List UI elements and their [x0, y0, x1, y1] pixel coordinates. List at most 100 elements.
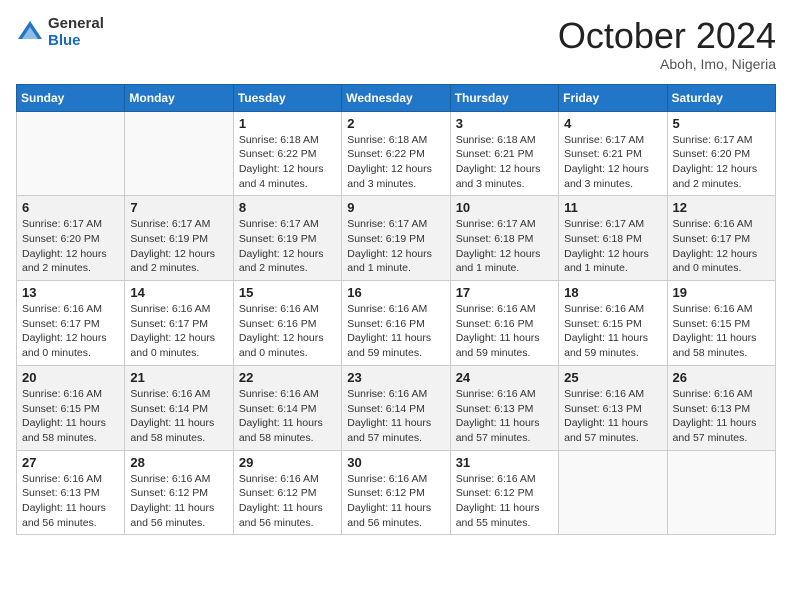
day-info: Sunrise: 6:16 AM Sunset: 6:16 PM Dayligh…	[239, 302, 336, 361]
day-number: 19	[673, 285, 770, 300]
day-info: Sunrise: 6:17 AM Sunset: 6:19 PM Dayligh…	[239, 217, 336, 276]
calendar-cell: 23Sunrise: 6:16 AM Sunset: 6:14 PM Dayli…	[342, 365, 450, 450]
calendar-cell: 6 Sunrise: 6:17 AM Sunset: 6:20 PM Daylig…	[17, 196, 125, 281]
day-number: 27	[22, 455, 119, 470]
calendar-cell: 9 Sunrise: 6:17 AM Sunset: 6:19 PM Daylig…	[342, 196, 450, 281]
day-number: 20	[22, 370, 119, 385]
header-tuesday: Tuesday	[233, 84, 341, 111]
calendar-cell: 24Sunrise: 6:16 AM Sunset: 6:13 PM Dayli…	[450, 365, 558, 450]
day-info: Sunrise: 6:18 AM Sunset: 6:21 PM Dayligh…	[456, 133, 553, 192]
calendar-cell: 10 Sunrise: 6:17 AM Sunset: 6:18 PM Dayli…	[450, 196, 558, 281]
day-number: 15	[239, 285, 336, 300]
calendar-cell: 29 Sunrise: 6:16 AM Sunset: 6:12 PM Dayli…	[233, 450, 341, 535]
calendar-cell: 3 Sunrise: 6:18 AM Sunset: 6:21 PM Daylig…	[450, 111, 558, 196]
day-number: 28	[130, 455, 227, 470]
day-number: 30	[347, 455, 444, 470]
day-number: 25	[564, 370, 661, 385]
logo: General Blue	[16, 16, 104, 49]
calendar-cell: 31 Sunrise: 6:16 AM Sunset: 6:12 PM Dayli…	[450, 450, 558, 535]
day-info: Sunrise: 6:16 AM Sunset: 6:15 PM Dayligh…	[564, 302, 661, 361]
day-info: Sunrise: 6:16 AM Sunset: 6:13 PM Dayligh…	[564, 387, 661, 446]
calendar-week-row: 6 Sunrise: 6:17 AM Sunset: 6:20 PM Daylig…	[17, 196, 776, 281]
day-number: 6	[22, 200, 119, 215]
day-number: 2	[347, 116, 444, 131]
day-number: 13	[22, 285, 119, 300]
header-sunday: Sunday	[17, 84, 125, 111]
calendar-cell: 7Sunrise: 6:17 AM Sunset: 6:19 PM Daylig…	[125, 196, 233, 281]
day-info: Sunrise: 6:16 AM Sunset: 6:17 PM Dayligh…	[22, 302, 119, 361]
day-info: Sunrise: 6:16 AM Sunset: 6:12 PM Dayligh…	[130, 472, 227, 531]
calendar-cell: 13 Sunrise: 6:16 AM Sunset: 6:17 PM Dayli…	[17, 281, 125, 366]
day-info: Sunrise: 6:16 AM Sunset: 6:15 PM Dayligh…	[673, 302, 770, 361]
day-number: 21	[130, 370, 227, 385]
day-number: 31	[456, 455, 553, 470]
header-saturday: Saturday	[667, 84, 775, 111]
calendar-cell: 30 Sunrise: 6:16 AM Sunset: 6:12 PM Dayli…	[342, 450, 450, 535]
day-info: Sunrise: 6:17 AM Sunset: 6:20 PM Dayligh…	[22, 217, 119, 276]
day-info: Sunrise: 6:17 AM Sunset: 6:19 PM Dayligh…	[347, 217, 444, 276]
calendar-cell: 4 Sunrise: 6:17 AM Sunset: 6:21 PM Daylig…	[559, 111, 667, 196]
day-number: 18	[564, 285, 661, 300]
calendar-week-row: 20 Sunrise: 6:16 AM Sunset: 6:15 PM Dayli…	[17, 365, 776, 450]
day-info: Sunrise: 6:16 AM Sunset: 6:12 PM Dayligh…	[239, 472, 336, 531]
calendar-cell: 2 Sunrise: 6:18 AM Sunset: 6:22 PM Daylig…	[342, 111, 450, 196]
day-info: Sunrise: 6:17 AM Sunset: 6:20 PM Dayligh…	[673, 133, 770, 192]
logo-blue-text: Blue	[48, 33, 104, 50]
page-header: General Blue October 2024 Aboh, Imo, Nig…	[16, 16, 776, 72]
day-number: 16	[347, 285, 444, 300]
calendar-week-row: 1 Sunrise: 6:18 AM Sunset: 6:22 PM Daylig…	[17, 111, 776, 196]
calendar-cell: 21 Sunrise: 6:16 AM Sunset: 6:14 PM Dayli…	[125, 365, 233, 450]
day-number: 5	[673, 116, 770, 131]
calendar-cell: 8 Sunrise: 6:17 AM Sunset: 6:19 PM Daylig…	[233, 196, 341, 281]
calendar-cell	[17, 111, 125, 196]
calendar-cell: 15 Sunrise: 6:16 AM Sunset: 6:16 PM Dayli…	[233, 281, 341, 366]
calendar-cell: 14 Sunrise: 6:16 AM Sunset: 6:17 PM Dayli…	[125, 281, 233, 366]
day-info: Sunrise: 6:16 AM Sunset: 6:15 PM Dayligh…	[22, 387, 119, 446]
month-title: October 2024	[558, 16, 776, 56]
title-block: October 2024 Aboh, Imo, Nigeria	[558, 16, 776, 72]
day-info: Sunrise: 6:16 AM Sunset: 6:13 PM Dayligh…	[22, 472, 119, 531]
day-number: 26	[673, 370, 770, 385]
calendar-cell: 26 Sunrise: 6:16 AM Sunset: 6:13 PM Dayli…	[667, 365, 775, 450]
day-number: 9	[347, 200, 444, 215]
calendar-cell: 1 Sunrise: 6:18 AM Sunset: 6:22 PM Daylig…	[233, 111, 341, 196]
day-number: 11	[564, 200, 661, 215]
day-info: Sunrise: 6:16 AM Sunset: 6:17 PM Dayligh…	[673, 217, 770, 276]
day-info: Sunrise: 6:18 AM Sunset: 6:22 PM Dayligh…	[347, 133, 444, 192]
day-info: Sunrise: 6:17 AM Sunset: 6:21 PM Dayligh…	[564, 133, 661, 192]
header-monday: Monday	[125, 84, 233, 111]
calendar-cell: 12Sunrise: 6:16 AM Sunset: 6:17 PM Dayli…	[667, 196, 775, 281]
calendar-cell: 22 Sunrise: 6:16 AM Sunset: 6:14 PM Dayli…	[233, 365, 341, 450]
day-info: Sunrise: 6:16 AM Sunset: 6:13 PM Dayligh…	[673, 387, 770, 446]
calendar-cell: 20 Sunrise: 6:16 AM Sunset: 6:15 PM Dayli…	[17, 365, 125, 450]
header-wednesday: Wednesday	[342, 84, 450, 111]
day-info: Sunrise: 6:16 AM Sunset: 6:16 PM Dayligh…	[456, 302, 553, 361]
calendar-header-row: SundayMondayTuesdayWednesdayThursdayFrid…	[17, 84, 776, 111]
day-info: Sunrise: 6:17 AM Sunset: 6:19 PM Dayligh…	[130, 217, 227, 276]
day-info: Sunrise: 6:16 AM Sunset: 6:12 PM Dayligh…	[347, 472, 444, 531]
calendar-table: SundayMondayTuesdayWednesdayThursdayFrid…	[16, 84, 776, 536]
calendar-cell: 11Sunrise: 6:17 AM Sunset: 6:18 PM Dayli…	[559, 196, 667, 281]
day-number: 29	[239, 455, 336, 470]
calendar-cell: 5 Sunrise: 6:17 AM Sunset: 6:20 PM Daylig…	[667, 111, 775, 196]
calendar-cell: 18 Sunrise: 6:16 AM Sunset: 6:15 PM Dayli…	[559, 281, 667, 366]
day-info: Sunrise: 6:18 AM Sunset: 6:22 PM Dayligh…	[239, 133, 336, 192]
day-number: 14	[130, 285, 227, 300]
day-number: 8	[239, 200, 336, 215]
day-info: Sunrise: 6:16 AM Sunset: 6:12 PM Dayligh…	[456, 472, 553, 531]
calendar-cell: 17Sunrise: 6:16 AM Sunset: 6:16 PM Dayli…	[450, 281, 558, 366]
day-info: Sunrise: 6:16 AM Sunset: 6:14 PM Dayligh…	[239, 387, 336, 446]
logo-general-text: General	[48, 16, 104, 33]
calendar-cell: 16Sunrise: 6:16 AM Sunset: 6:16 PM Dayli…	[342, 281, 450, 366]
day-info: Sunrise: 6:16 AM Sunset: 6:14 PM Dayligh…	[130, 387, 227, 446]
calendar-cell	[559, 450, 667, 535]
day-info: Sunrise: 6:17 AM Sunset: 6:18 PM Dayligh…	[456, 217, 553, 276]
calendar-week-row: 27 Sunrise: 6:16 AM Sunset: 6:13 PM Dayli…	[17, 450, 776, 535]
day-number: 22	[239, 370, 336, 385]
day-number: 4	[564, 116, 661, 131]
day-number: 3	[456, 116, 553, 131]
day-number: 1	[239, 116, 336, 131]
day-number: 10	[456, 200, 553, 215]
day-info: Sunrise: 6:16 AM Sunset: 6:17 PM Dayligh…	[130, 302, 227, 361]
calendar-cell: 19 Sunrise: 6:16 AM Sunset: 6:15 PM Dayli…	[667, 281, 775, 366]
